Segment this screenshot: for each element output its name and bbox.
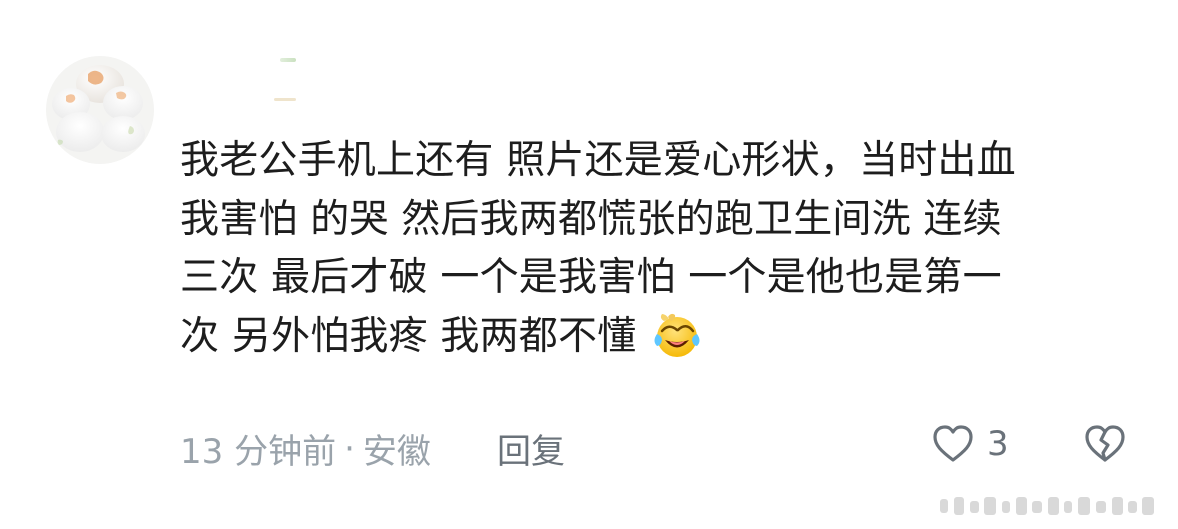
meta-separator: · <box>344 428 355 469</box>
like-count: 3 <box>987 424 1009 464</box>
username-decoration-top <box>280 58 296 62</box>
avatar[interactable] <box>46 56 154 164</box>
username-decoration-bottom <box>274 98 296 101</box>
comment-line-4: 次 另外怕我疼 我两都不懂 <box>180 308 1130 367</box>
dislike-button[interactable] <box>1081 420 1129 468</box>
comment-time: 13 分钟前 <box>180 432 337 472</box>
like-button[interactable]: 3 <box>929 420 1009 468</box>
comment-line-1: 我老公手机上还有 照片还是爱心形状，当时出血 <box>180 138 1016 183</box>
reply-button[interactable]: 回复 <box>497 424 565 473</box>
broken-heart-icon <box>1081 420 1129 468</box>
comment-line-2: 我害怕 的哭 然后我两都慌张的跑卫生间洗 连续 <box>180 196 1002 242</box>
username[interactable] <box>268 58 308 108</box>
comment-text: 我老公手机上还有 照片还是爱心形状，当时出血 我害怕 的哭 然后我两都慌张的跑卫… <box>180 132 1130 366</box>
watermark <box>940 493 1168 521</box>
comment-card: 我老公手机上还有 照片还是爱心形状，当时出血 我害怕 的哭 然后我两都慌张的跑卫… <box>0 0 1178 529</box>
comment-meta: 13 分钟前 · 安徽 <box>180 424 431 473</box>
comment-line-3: 三次 最后才破 一个是我害怕 一个是他也是第一 <box>180 255 1002 300</box>
heart-icon <box>929 420 977 468</box>
comment-location: 安徽 <box>362 432 431 472</box>
laughing-crying-face-emoji <box>651 309 703 361</box>
comment-line-4-text: 次 另外怕我疼 我两都不懂 <box>180 313 637 359</box>
